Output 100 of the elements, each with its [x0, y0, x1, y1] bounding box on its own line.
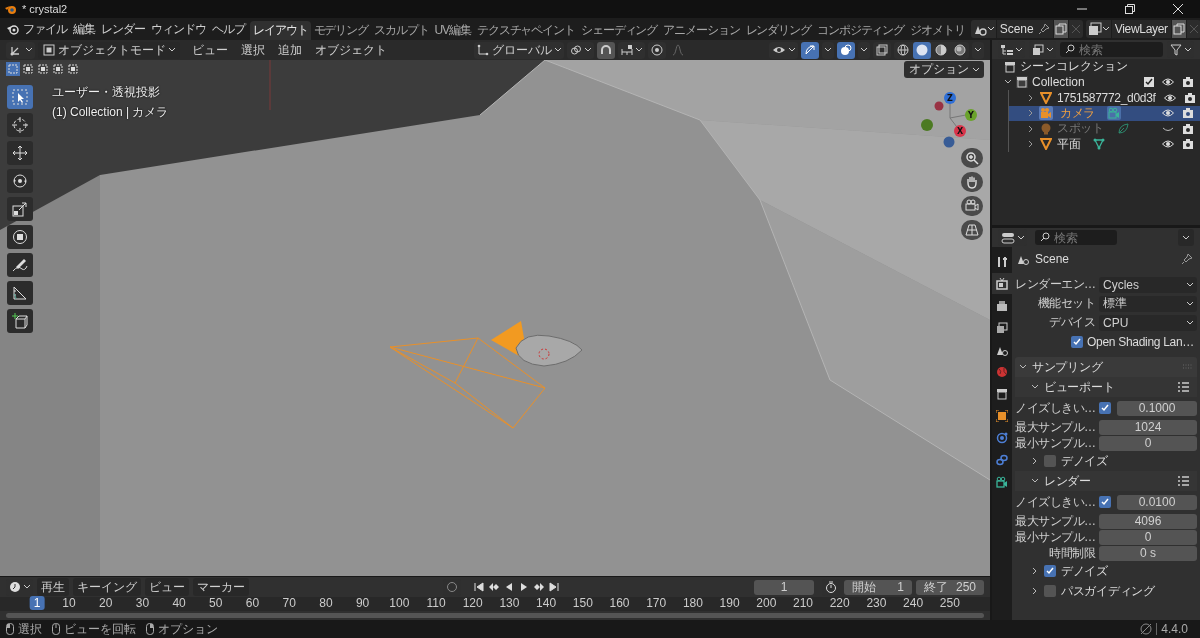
y-axis-label: Y	[968, 111, 974, 120]
status-hint: 選択	[18, 620, 42, 638]
frame-number: 10	[62, 596, 76, 610]
frame-number: 120	[462, 596, 483, 610]
current-frame-marker[interactable]: 1	[29, 596, 45, 610]
property-label: デバイス	[1048, 314, 1095, 331]
frame-number: 140	[536, 596, 557, 610]
view-layer-name-field[interactable]: ViewLayer	[1111, 20, 1171, 38]
search-field[interactable]: 検索	[1060, 42, 1163, 57]
scene-collection-label[interactable]: シーンコレクション	[1020, 58, 1128, 76]
object-name: 平面	[1057, 135, 1081, 153]
menu-item[interactable]: レンダー	[98, 20, 148, 38]
frame-number: 80	[319, 596, 333, 610]
property-label: 時間制限	[1048, 544, 1095, 562]
frame-number: 250	[939, 596, 960, 610]
frame-number: 220	[829, 596, 850, 610]
number-field[interactable]: 0 s	[1099, 545, 1197, 561]
property-label: 最小サンプル…	[1015, 528, 1095, 546]
number-field[interactable]: 4096	[1099, 513, 1197, 529]
status-hint: オプション	[158, 620, 218, 638]
number-field[interactable]: 0	[1099, 529, 1197, 545]
frame-number: 130	[499, 596, 520, 610]
options-dropdown[interactable]: オプション	[904, 61, 984, 78]
workspace-tab[interactable]: レンダリング	[742, 21, 814, 40]
menu-item[interactable]: キーイング	[73, 578, 141, 596]
frame-number: 60	[245, 596, 260, 610]
number-field[interactable]: 1024	[1099, 419, 1197, 435]
workspace-tab[interactable]: スカルプト	[371, 21, 432, 40]
frame-number: 100	[389, 596, 410, 610]
frame-number: 70	[282, 596, 296, 610]
frame-number: 180	[682, 596, 703, 610]
workspace-tab[interactable]: ジオメトリ	[907, 21, 968, 40]
menu-item[interactable]: 編集	[70, 20, 98, 38]
menu-item[interactable]: 追加	[273, 41, 307, 59]
frame-number: 50	[209, 596, 223, 610]
frame-number: 150	[572, 596, 593, 610]
menu-item[interactable]: ヘルプ	[209, 20, 248, 38]
frame-number: 230	[866, 596, 887, 610]
frame-number: 90	[355, 596, 370, 610]
property-dropdown[interactable]: CPU	[1099, 314, 1197, 331]
x-axis-label: X	[956, 127, 964, 136]
orientation-dropdown[interactable]: グローバル	[474, 41, 564, 59]
number-field[interactable]: 0.1000	[1117, 400, 1197, 416]
workspace-tab[interactable]: レイアウト	[250, 21, 311, 40]
start-frame-field[interactable]: 開始 1	[844, 579, 912, 595]
scene-name-field[interactable]: Scene	[996, 20, 1053, 38]
frame-number: 210	[793, 596, 813, 610]
object-name: スポット	[1057, 120, 1104, 138]
end-frame-field[interactable]: 終了 250	[916, 579, 984, 595]
menu-item[interactable]: ビュー	[187, 41, 233, 59]
menu-item[interactable]: ウィンドウ	[148, 20, 209, 38]
menu-item[interactable]: 再生	[37, 578, 69, 596]
current-frame-field[interactable]: 1	[754, 579, 814, 595]
workspace-tab[interactable]: テクスチャペイント	[473, 21, 578, 40]
property-dropdown[interactable]: Cycles	[1099, 276, 1197, 293]
workspace-tab[interactable]: シェーディング	[577, 21, 661, 40]
menu-item[interactable]: ビュー	[145, 578, 189, 596]
frame-number: 30	[135, 596, 150, 610]
object-name: カメラ	[1060, 105, 1096, 122]
property-label: 機能セット	[1036, 295, 1095, 312]
workspace-tab[interactable]: モデリング	[310, 21, 372, 40]
object-name: 1751587772_d0d3f	[1057, 90, 1156, 105]
collection-label[interactable]: Collection	[1032, 75, 1085, 90]
menu-item[interactable]: マーカー	[193, 578, 249, 596]
frame-number: 240	[903, 596, 924, 610]
outliner-row[interactable]: 平面	[1009, 136, 1200, 152]
property-label: レンダーエン…	[1015, 276, 1095, 293]
z-axis-label: Z	[947, 94, 953, 103]
property-dropdown[interactable]: 標準	[1099, 295, 1197, 312]
viewport-info-text: (1) Collection | カメラ	[52, 104, 169, 121]
subpanel-title[interactable]: デノイズ	[1061, 562, 1108, 580]
frame-number: 160	[609, 596, 630, 610]
outliner-row[interactable]: 1751587772_d0d3f	[1009, 90, 1200, 106]
workspace-tab[interactable]: コンポジティング	[813, 21, 908, 40]
menu-item[interactable]: ファイル	[20, 20, 70, 38]
number-field[interactable]: 0	[1099, 435, 1197, 451]
subpanel-title[interactable]: デノイズ	[1061, 452, 1108, 470]
axis-gizmo[interactable]: Z Y X	[920, 88, 984, 152]
property-label: 最大サンプル…	[1015, 512, 1095, 530]
frame-number: 20	[99, 596, 113, 610]
workspace-tab[interactable]: アニメーション	[660, 21, 743, 40]
menu-item[interactable]: オブジェクト	[310, 41, 392, 59]
window-title: * crystal2	[22, 3, 68, 15]
frame-number: 40	[172, 596, 186, 610]
frame-number: 190	[719, 596, 740, 610]
number-field[interactable]: 0.0100	[1117, 494, 1197, 510]
menu-item[interactable]: 選択	[236, 41, 270, 59]
property-label: ノイズしきい…	[1015, 399, 1095, 417]
property-label: ノイズしきい…	[1015, 493, 1095, 511]
status-hint: ビューを回転	[64, 620, 136, 638]
viewport-info-text: ユーザー・透視投影	[52, 84, 161, 101]
context-label: Scene	[1035, 252, 1070, 266]
outliner-row[interactable]: カメラ	[1009, 105, 1200, 121]
property-label: 最小サンプル…	[1015, 434, 1095, 452]
workspace-tab[interactable]: UV編集	[431, 21, 474, 40]
frame-number: 200	[756, 596, 777, 610]
property-label: 最大サンプル…	[1015, 418, 1095, 436]
subpanel-title[interactable]: パスガイディング	[1061, 582, 1155, 600]
version-label: 4.4.0	[1161, 622, 1188, 636]
search-field[interactable]: 検索	[1035, 230, 1117, 245]
